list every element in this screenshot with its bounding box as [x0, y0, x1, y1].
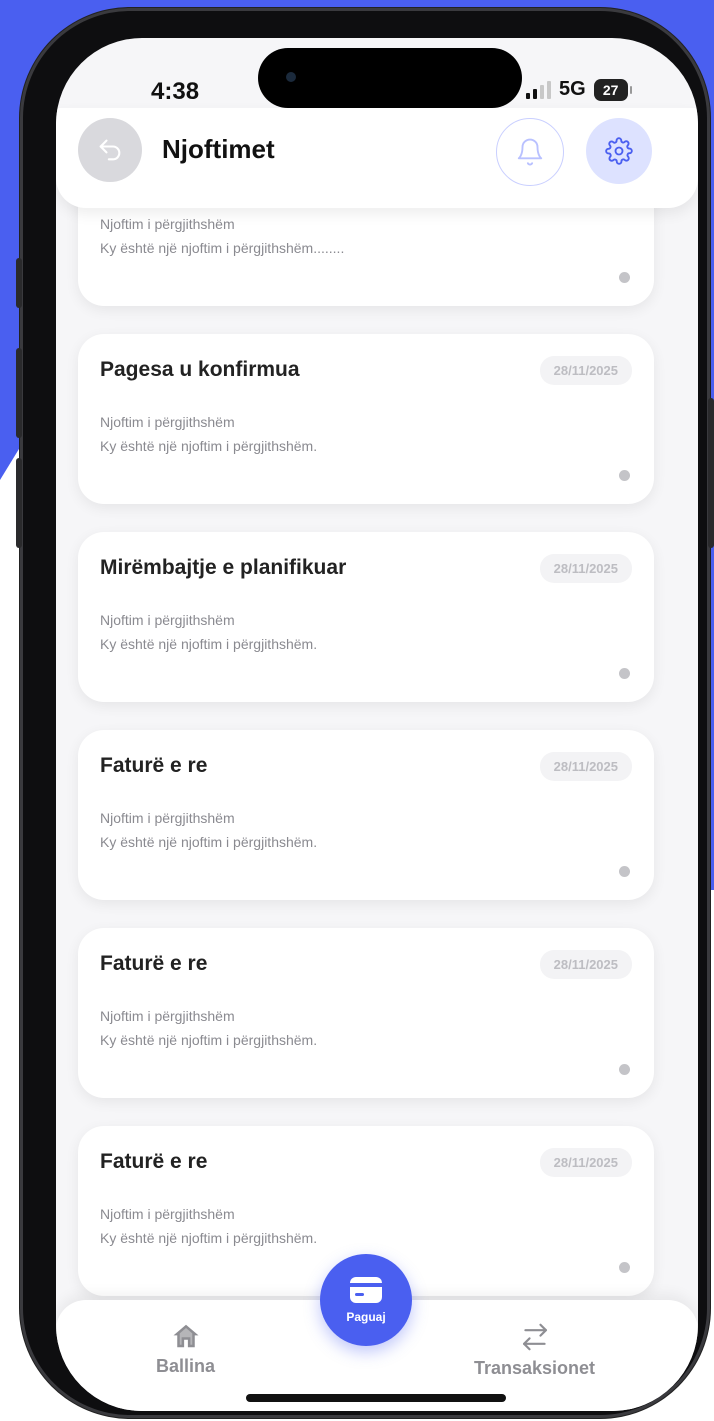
- notification-title: Mirëmbajtje e planifikuar: [100, 556, 347, 579]
- page-header: Njoftimet: [56, 108, 698, 208]
- pay-button[interactable]: Paguaj: [320, 1254, 412, 1346]
- notification-date: 28/11/2025: [539, 950, 632, 979]
- notification-body: Ky është një njoftim i përgjithshëm.: [100, 834, 318, 850]
- bell-icon: [517, 138, 543, 166]
- unread-dot: [619, 1262, 630, 1273]
- power-button: [708, 398, 714, 548]
- notification-card[interactable]: Pagesa u konfirmua 28/11/2025 Njoftim i …: [78, 334, 654, 504]
- status-time: 4:38: [151, 78, 200, 105]
- notification-body: Ky është një njoftim i përgjithshëm.....…: [100, 240, 345, 256]
- notification-title: Faturë e re: [100, 952, 208, 975]
- notification-card[interactable]: Mirëmbajtje e planifikuar 28/11/2025 Njo…: [78, 532, 654, 702]
- nav-item-home[interactable]: Ballina: [156, 1322, 215, 1377]
- notification-date: 28/11/2025: [539, 1148, 632, 1177]
- unread-dot: [619, 470, 630, 481]
- mute-switch: [16, 258, 22, 308]
- notification-title: Faturë e re: [100, 754, 208, 777]
- notification-body: Ky është një njoftim i përgjithshëm.: [100, 1032, 318, 1048]
- notification-category: Njoftim i përgjithshëm: [100, 216, 235, 232]
- phone-frame: 4:38 5G 27 Njoftimet Njoftim i përgjiths…: [16, 8, 714, 1418]
- network-type: 5G: [559, 78, 586, 100]
- signal-icon: [526, 80, 551, 99]
- notification-date: 28/11/2025: [539, 356, 632, 385]
- pay-button-label: Paguaj: [346, 1310, 386, 1324]
- nav-home-label: Ballina: [156, 1356, 216, 1376]
- notification-card[interactable]: Faturë e re 28/11/2025 Njoftim i përgjit…: [78, 928, 654, 1098]
- notification-title: Pagesa u konfirmua: [100, 358, 300, 381]
- nav-item-transactions[interactable]: Transaksionet: [474, 1322, 595, 1379]
- notifications-button[interactable]: [496, 118, 564, 186]
- unread-dot: [619, 1064, 630, 1075]
- home-indicator: [246, 1394, 506, 1402]
- gear-icon: [605, 137, 633, 165]
- notification-category: Njoftim i përgjithshëm: [100, 810, 235, 826]
- app-screen: 4:38 5G 27 Njoftimet Njoftim i përgjiths…: [56, 38, 698, 1411]
- unread-dot: [619, 866, 630, 877]
- volume-up-button: [16, 348, 22, 438]
- settings-button[interactable]: [586, 118, 652, 184]
- back-button[interactable]: [78, 118, 142, 182]
- notification-category: Njoftim i përgjithshëm: [100, 1206, 235, 1222]
- card-icon: [350, 1277, 382, 1303]
- volume-down-button: [16, 458, 22, 548]
- notification-date: 28/11/2025: [539, 752, 632, 781]
- notification-card[interactable]: Faturë e re 28/11/2025 Njoftim i përgjit…: [78, 730, 654, 900]
- nav-transactions-label: Transaksionet: [474, 1358, 596, 1378]
- transfer-icon: [522, 1323, 547, 1351]
- notification-body: Ky është një njoftim i përgjithshëm.: [100, 438, 318, 454]
- page-title: Njoftimet: [162, 134, 275, 164]
- battery-icon: 27: [593, 78, 632, 101]
- notification-category: Njoftim i përgjithshëm: [100, 414, 235, 430]
- notification-body: Ky është një njoftim i përgjithshëm.: [100, 1230, 318, 1246]
- status-indicators: 5G 27: [526, 78, 632, 101]
- unread-dot: [619, 272, 630, 283]
- notification-title: Faturë e re: [100, 1150, 208, 1173]
- dynamic-island: [258, 48, 522, 108]
- home-icon: [173, 1324, 199, 1348]
- back-arrow-icon: [99, 139, 121, 161]
- notification-category: Njoftim i përgjithshëm: [100, 1008, 235, 1024]
- notification-body: Ky është një njoftim i përgjithshëm.: [100, 636, 318, 652]
- notification-category: Njoftim i përgjithshëm: [100, 612, 235, 628]
- unread-dot: [619, 668, 630, 679]
- notification-date: 28/11/2025: [539, 554, 632, 583]
- camera-icon: [286, 72, 296, 82]
